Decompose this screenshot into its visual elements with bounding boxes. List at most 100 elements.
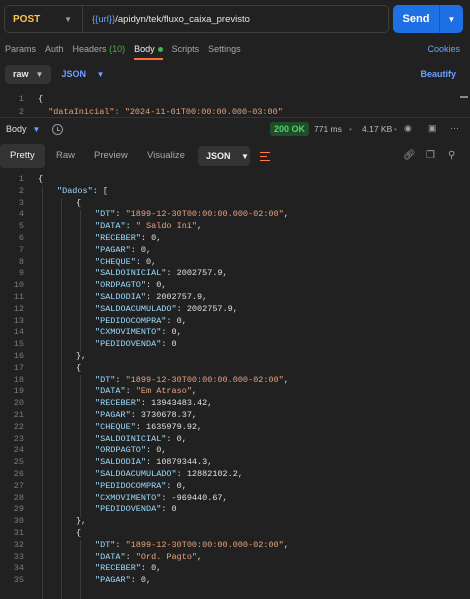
json-key: "SALDOINICIAL" <box>95 433 167 444</box>
json-string: "1899-12-30T00:00:00.000-02:00" <box>125 374 284 385</box>
code-text: "PEDIDOVENDA": 0 <box>95 339 177 350</box>
json-key: "PAGAR" <box>95 410 131 420</box>
search-icon[interactable]: ⚲ <box>448 150 455 161</box>
code-text: "PAGAR": 0, <box>95 575 152 586</box>
chevron-down-icon[interactable]: ▼ <box>440 15 463 24</box>
tab-auth[interactable]: Auth <box>45 38 64 60</box>
code-line: 1{ <box>0 174 470 186</box>
code-line: 6 "RECEBER": 0, <box>0 233 470 245</box>
json-key: "DATA" <box>95 386 126 397</box>
tab-raw[interactable]: Raw <box>56 144 75 168</box>
json-key: "CHEQUE" <box>95 256 136 267</box>
json-value: -969440.67, <box>171 492 228 503</box>
json-key: "SALDOACUMULADO" <box>95 303 177 314</box>
wrap-lines-icon[interactable] <box>257 148 273 164</box>
tab-pretty[interactable]: Pretty <box>0 144 45 168</box>
copy-icon[interactable]: ❐ <box>426 150 435 161</box>
indent-guide <box>61 198 62 599</box>
tab-params[interactable]: Params <box>5 38 36 60</box>
line-number: 1 <box>18 174 24 184</box>
tab-headers[interactable]: Headers (10) <box>73 38 126 60</box>
body-format-select[interactable]: JSON ▼ <box>61 69 104 79</box>
code-text: "DT": "1899-12-30T00:00:00.000-02:00", <box>95 374 289 385</box>
line-number: 23 <box>13 433 24 444</box>
code-line: 13 "PEDIDOCOMPRA": 0, <box>0 316 470 328</box>
more-options-icon[interactable]: ⋯ <box>450 123 459 134</box>
line-number: 6 <box>18 233 24 243</box>
json-string: "1899-12-30T00:00:00.000-02:00" <box>125 209 284 220</box>
body-mode-select[interactable]: raw ▼ <box>5 64 52 84</box>
method-select[interactable]: POST ▼ <box>5 6 83 32</box>
line-number: 9 <box>18 268 24 279</box>
beautify-button[interactable]: Beautify <box>420 69 456 79</box>
save-response-icon[interactable]: ▣ <box>428 123 437 134</box>
code-line: 2 "Dados": [ <box>0 186 470 198</box>
json-key: "PEDIDOCOMPRA" <box>95 480 167 491</box>
code-line: 29 "PEDIDOVENDA": 0 <box>0 504 470 516</box>
meta-separator: • <box>349 124 352 134</box>
json-key: "Dados" <box>57 185 93 196</box>
response-body-editor[interactable]: 1{2 "Dados": [3{4 "DT": "1899-12-30T00:00:… <box>0 171 470 599</box>
send-button[interactable]: Send ▼ <box>393 5 463 33</box>
url-box[interactable]: POST ▼ {{url}}/apidyn/tek/fluxo_caixa_pr… <box>4 5 389 33</box>
code-text: "Dados": [ <box>57 185 109 196</box>
json-value: 0 <box>171 339 177 350</box>
json-string: " Saldo Ini" <box>135 221 198 232</box>
body-indicator-dot <box>157 47 163 53</box>
response-format-label: JSON <box>206 151 231 161</box>
code-text: "PEDIDOVENDA": 0 <box>95 504 177 515</box>
line-number: 19 <box>13 386 24 397</box>
line-number: 20 <box>13 398 24 409</box>
tab-body[interactable]: Body <box>134 38 163 60</box>
line-number: 8 <box>18 256 24 267</box>
request-bar: POST ▼ {{url}}/apidyn/tek/fluxo_caixa_pr… <box>0 0 470 38</box>
code-text: "DATA": " Saldo Ini", <box>95 221 203 232</box>
globe-icon[interactable]: ◉ <box>404 123 412 134</box>
request-body-editor[interactable]: 1 { 2 "dataInicial": "2024-11-01T00:00:0… <box>0 90 470 116</box>
code-text: { <box>76 362 82 373</box>
line-number: 10 <box>13 280 24 291</box>
chevron-down-icon[interactable]: ▼ <box>33 125 41 134</box>
json-string: "1899-12-30T00:00:00.000-02:00" <box>125 539 284 550</box>
code-line: 21 "PAGAR": 3730678.37, <box>0 410 470 422</box>
code-line: 12 "SALDOACUMULADO": 2002757.9, <box>0 304 470 316</box>
send-label: Send <box>402 13 430 25</box>
line-number: 12 <box>13 303 24 314</box>
line-number: 27 <box>13 480 24 491</box>
json-value: 1635979.92, <box>146 421 203 432</box>
code-line: 23 "SALDOINICIAL": 0, <box>0 434 470 446</box>
code-text: }, <box>76 516 87 527</box>
json-key: "PEDIDOVENDA" <box>95 504 162 515</box>
code-line: 14 "CXMOVIMENTO": 0, <box>0 327 470 339</box>
line-number: 2 <box>18 185 24 196</box>
json-value: [ <box>102 185 109 196</box>
link-icon[interactable]: 🔗︎ <box>403 150 416 161</box>
scrollbar-thumb[interactable] <box>460 96 468 98</box>
json-key: "CHEQUE" <box>95 421 136 432</box>
code-line: 9 "SALDOINICIAL": 2002757.9, <box>0 268 470 280</box>
response-body-label[interactable]: Body <box>6 124 27 134</box>
url-input[interactable]: {{url}}/apidyn/tek/fluxo_caixa_previsto <box>83 14 250 25</box>
json-value: 0, <box>156 445 167 456</box>
line-number: 26 <box>13 469 24 479</box>
response-format-select[interactable]: JSON ▼ <box>198 146 250 166</box>
tab-settings[interactable]: Settings <box>208 38 241 60</box>
tab-visualize[interactable]: Visualize <box>147 144 185 168</box>
json-key: "ORDPAGTO" <box>95 445 147 456</box>
json-value: 3730678.37, <box>140 410 198 420</box>
code-text: "RECEBER": 0, <box>95 563 162 574</box>
code-text: "dataInicial": "2024-11-01T00:00:00.000-… <box>38 107 283 116</box>
json-value: 0, <box>151 563 162 574</box>
json-key: "RECEBER" <box>95 233 141 243</box>
chevron-down-icon: ▼ <box>35 69 44 79</box>
code-line: 22 "CHEQUE": 1635979.92, <box>0 422 470 434</box>
code-line: 20 "RECEBER": 13943483.42, <box>0 398 470 410</box>
json-string: "Ord. Pagto" <box>135 551 198 562</box>
line-number: 34 <box>13 563 24 574</box>
cookies-link[interactable]: Cookies <box>427 44 460 54</box>
json-value: 0, <box>171 327 182 338</box>
status-badge: 200 OK <box>270 122 310 136</box>
history-icon[interactable] <box>52 123 64 135</box>
tab-preview[interactable]: Preview <box>94 144 128 168</box>
tab-scripts[interactable]: Scripts <box>172 38 200 60</box>
